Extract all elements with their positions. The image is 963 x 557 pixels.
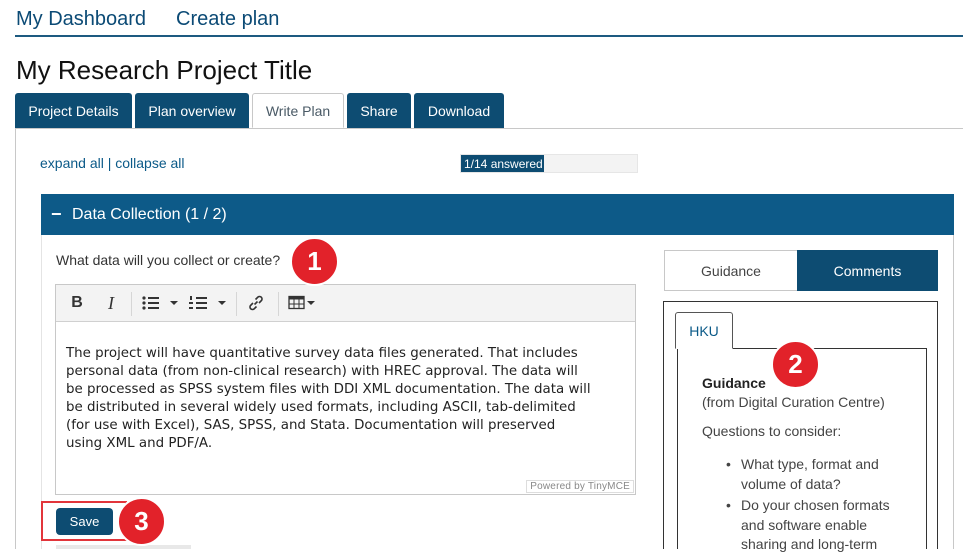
- tab-guidance[interactable]: Guidance: [664, 250, 798, 291]
- link-icon: [249, 295, 263, 311]
- next-element-partial: [56, 545, 191, 549]
- guidance-heading: Guidance: [702, 375, 766, 391]
- editor-line: using XML and PDF/A.: [66, 436, 213, 451]
- callout-badge-1: 1: [290, 237, 339, 286]
- collapse-minus-icon[interactable]: −: [51, 204, 65, 225]
- list-item-line: Do your chosen formats: [741, 497, 890, 513]
- editor-line: be processed as SPSS system files with D…: [66, 382, 591, 397]
- table-button[interactable]: [287, 292, 319, 314]
- nav-my-dashboard[interactable]: My Dashboard: [16, 8, 146, 31]
- tab-project-details[interactable]: Project Details: [15, 93, 132, 128]
- italic-button[interactable]: I: [100, 292, 122, 314]
- tab-hku[interactable]: HKU: [675, 312, 733, 349]
- content-border: [15, 128, 16, 549]
- link-button[interactable]: [245, 292, 267, 314]
- question-label: What data will you collect or create?: [56, 252, 281, 268]
- list-item: Do your chosen formats and software enab…: [702, 496, 902, 555]
- section-border-right: [953, 235, 954, 549]
- guidance-source: (from Digital Curation Centre): [702, 394, 885, 410]
- powered-by-tinymce[interactable]: Powered by TinyMCE: [526, 480, 634, 493]
- toolbar-separator: [236, 292, 237, 316]
- page-title: My Research Project Title: [16, 55, 313, 85]
- tab-download[interactable]: Download: [414, 93, 504, 128]
- tab-write-plan[interactable]: Write Plan: [252, 93, 344, 128]
- list-item-line: What type, format and: [741, 456, 879, 472]
- top-nav: My Dashboard Create plan: [0, 0, 963, 36]
- link-separator: |: [107, 155, 112, 171]
- section-title: Data Collection (1 / 2): [72, 205, 227, 223]
- tab-plan-overview[interactable]: Plan overview: [135, 93, 249, 128]
- list-item-line: and software enable: [741, 516, 868, 533]
- nav-divider: [15, 35, 963, 37]
- expand-all-link[interactable]: expand all: [40, 155, 104, 171]
- editor-content[interactable]: The project will have quantitative surve…: [66, 345, 626, 453]
- bullet-list-button[interactable]: [140, 292, 182, 314]
- expand-collapse-links: expand all | collapse all: [40, 155, 185, 171]
- list-item: What type, format and volume of data?: [702, 455, 902, 494]
- bullet-list-icon: [142, 296, 178, 310]
- numbered-list-icon: [189, 296, 226, 309]
- questions-label: Questions to consider:: [702, 423, 842, 439]
- progress-text: 1/14 answered: [464, 157, 543, 171]
- callout-badge-2: 2: [771, 340, 820, 389]
- collapse-all-link[interactable]: collapse all: [115, 155, 184, 171]
- tab-share[interactable]: Share: [347, 93, 411, 128]
- bold-button[interactable]: B: [66, 292, 88, 314]
- toolbar-separator: [131, 292, 132, 316]
- editor-line: be distributed in several widely used fo…: [66, 400, 576, 415]
- toolbar-separator: [278, 292, 279, 316]
- callout-badge-3: 3: [117, 497, 166, 546]
- tab-comments[interactable]: Comments: [797, 250, 938, 291]
- section-header-data-collection[interactable]: − Data Collection (1 / 2): [41, 194, 954, 235]
- answered-progress-bar: 1/14 answered: [460, 154, 638, 173]
- editor-toolbar: B I: [56, 285, 635, 322]
- numbered-list-button[interactable]: [188, 292, 230, 314]
- save-button[interactable]: Save: [56, 508, 113, 535]
- table-icon: [288, 295, 315, 310]
- editor-line: (for use with Excel), SAS, SPSS, and Sta…: [66, 418, 556, 433]
- list-item-line: sharing and long-term: [741, 536, 878, 552]
- nav-create-plan[interactable]: Create plan: [176, 8, 279, 31]
- tab-divider: [15, 128, 963, 129]
- list-item-line: volume of data?: [741, 475, 841, 492]
- editor-line: The project will have quantitative surve…: [66, 346, 578, 361]
- editor-line: personal data (from non-clinical researc…: [66, 364, 578, 379]
- guidance-question-list: What type, format and volume of data? Do…: [702, 455, 902, 557]
- rich-text-editor[interactable]: B I The project will have quantitative s…: [55, 284, 636, 495]
